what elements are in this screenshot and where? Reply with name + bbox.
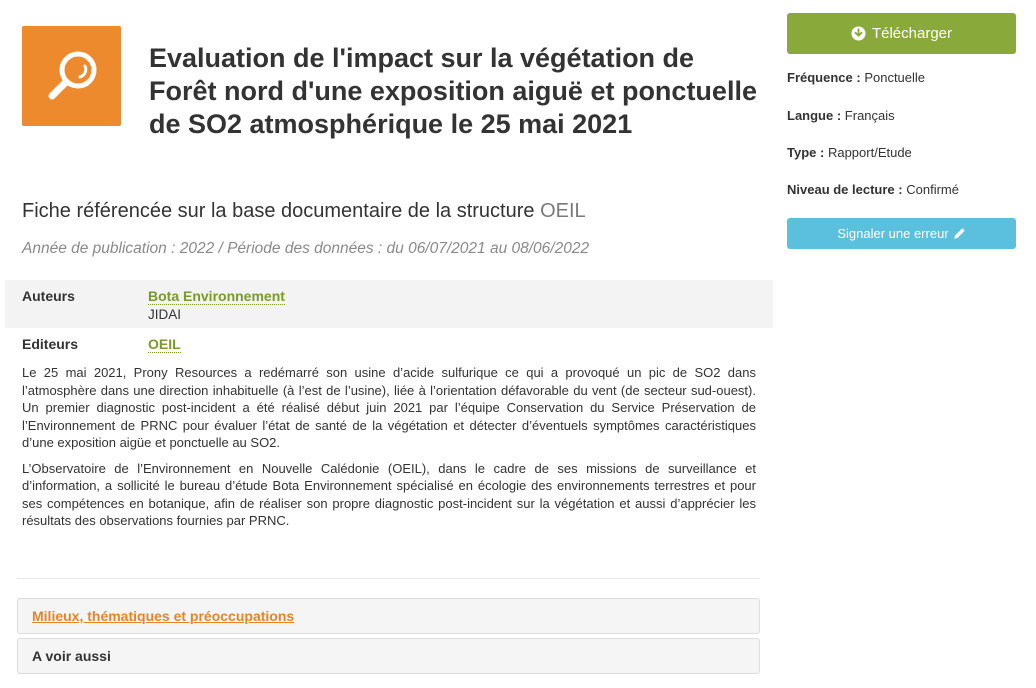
document-sidebar: Télécharger Fréquence : Ponctuelle Langu…: [787, 13, 1016, 249]
type-value: Rapport/Etude: [827, 145, 912, 160]
document-type-tile: [22, 26, 121, 126]
report-error-button[interactable]: Signaler une erreur: [787, 218, 1016, 249]
pencil-icon: [953, 227, 966, 240]
frequency-label: Fréquence :: [787, 70, 861, 85]
editor-link[interactable]: OEIL: [148, 336, 181, 353]
frequency-value: Ponctuelle: [864, 70, 926, 85]
summary-paragraph: Le 25 mai 2021, Prony Resources a redéma…: [22, 365, 756, 450]
author-name: JIDAI: [148, 307, 182, 322]
download-button[interactable]: Télécharger: [787, 13, 1016, 54]
search-icon: [48, 51, 96, 100]
see-also-panel-label: A voir aussi: [32, 648, 111, 664]
structure-name: OEIL: [540, 200, 586, 222]
frequency-field: Fréquence : Ponctuelle: [787, 69, 1016, 86]
authors-row: Auteurs Bota Environnement JIDAI: [5, 280, 773, 328]
main-content: Evaluation de l'impact sur la végétation…: [0, 0, 776, 688]
editors-list: OEIL: [148, 335, 181, 353]
download-label: Télécharger: [871, 25, 953, 42]
summary-paragraph: L’Observatoire de l’Environnement en Nou…: [22, 460, 756, 529]
download-circle-icon: [851, 26, 866, 41]
reading-level-label: Niveau de lecture :: [787, 182, 903, 197]
metadata-table: Auteurs Bota Environnement JIDAI Editeur…: [5, 280, 773, 356]
structure-reference-text: Fiche référencée sur la base documentair…: [22, 200, 535, 222]
author-link[interactable]: Bota Environnement: [148, 288, 285, 305]
page-title: Evaluation de l'impact sur la végétation…: [149, 43, 757, 139]
document-summary: Le 25 mai 2021, Prony Resources a redéma…: [22, 364, 756, 538]
themes-panel-header[interactable]: Milieux, thématiques et préoccupations: [17, 598, 760, 634]
type-label: Type :: [787, 145, 825, 160]
authors-list: Bota Environnement JIDAI: [148, 287, 285, 324]
language-value: Français: [844, 108, 895, 123]
type-field: Type : Rapport/Etude: [787, 144, 1016, 161]
language-field: Langue : Français: [787, 107, 1016, 124]
editors-row: Editeurs OEIL: [5, 328, 773, 356]
editors-label: Editeurs: [22, 336, 79, 352]
reading-level-field: Niveau de lecture : Confirmé: [787, 181, 1016, 198]
structure-reference: Fiche référencée sur la base documentair…: [22, 199, 586, 223]
report-error-label: Signaler une erreur: [837, 226, 949, 241]
themes-panel-link[interactable]: Milieux, thématiques et préoccupations: [32, 608, 294, 624]
publication-info: Année de publication : 2022 / Période de…: [22, 240, 590, 257]
reading-level-value: Confirmé: [906, 182, 959, 197]
language-label: Langue :: [787, 108, 842, 123]
divider: [17, 578, 760, 579]
see-also-panel-header[interactable]: A voir aussi: [17, 638, 760, 674]
authors-label: Auteurs: [22, 288, 75, 304]
